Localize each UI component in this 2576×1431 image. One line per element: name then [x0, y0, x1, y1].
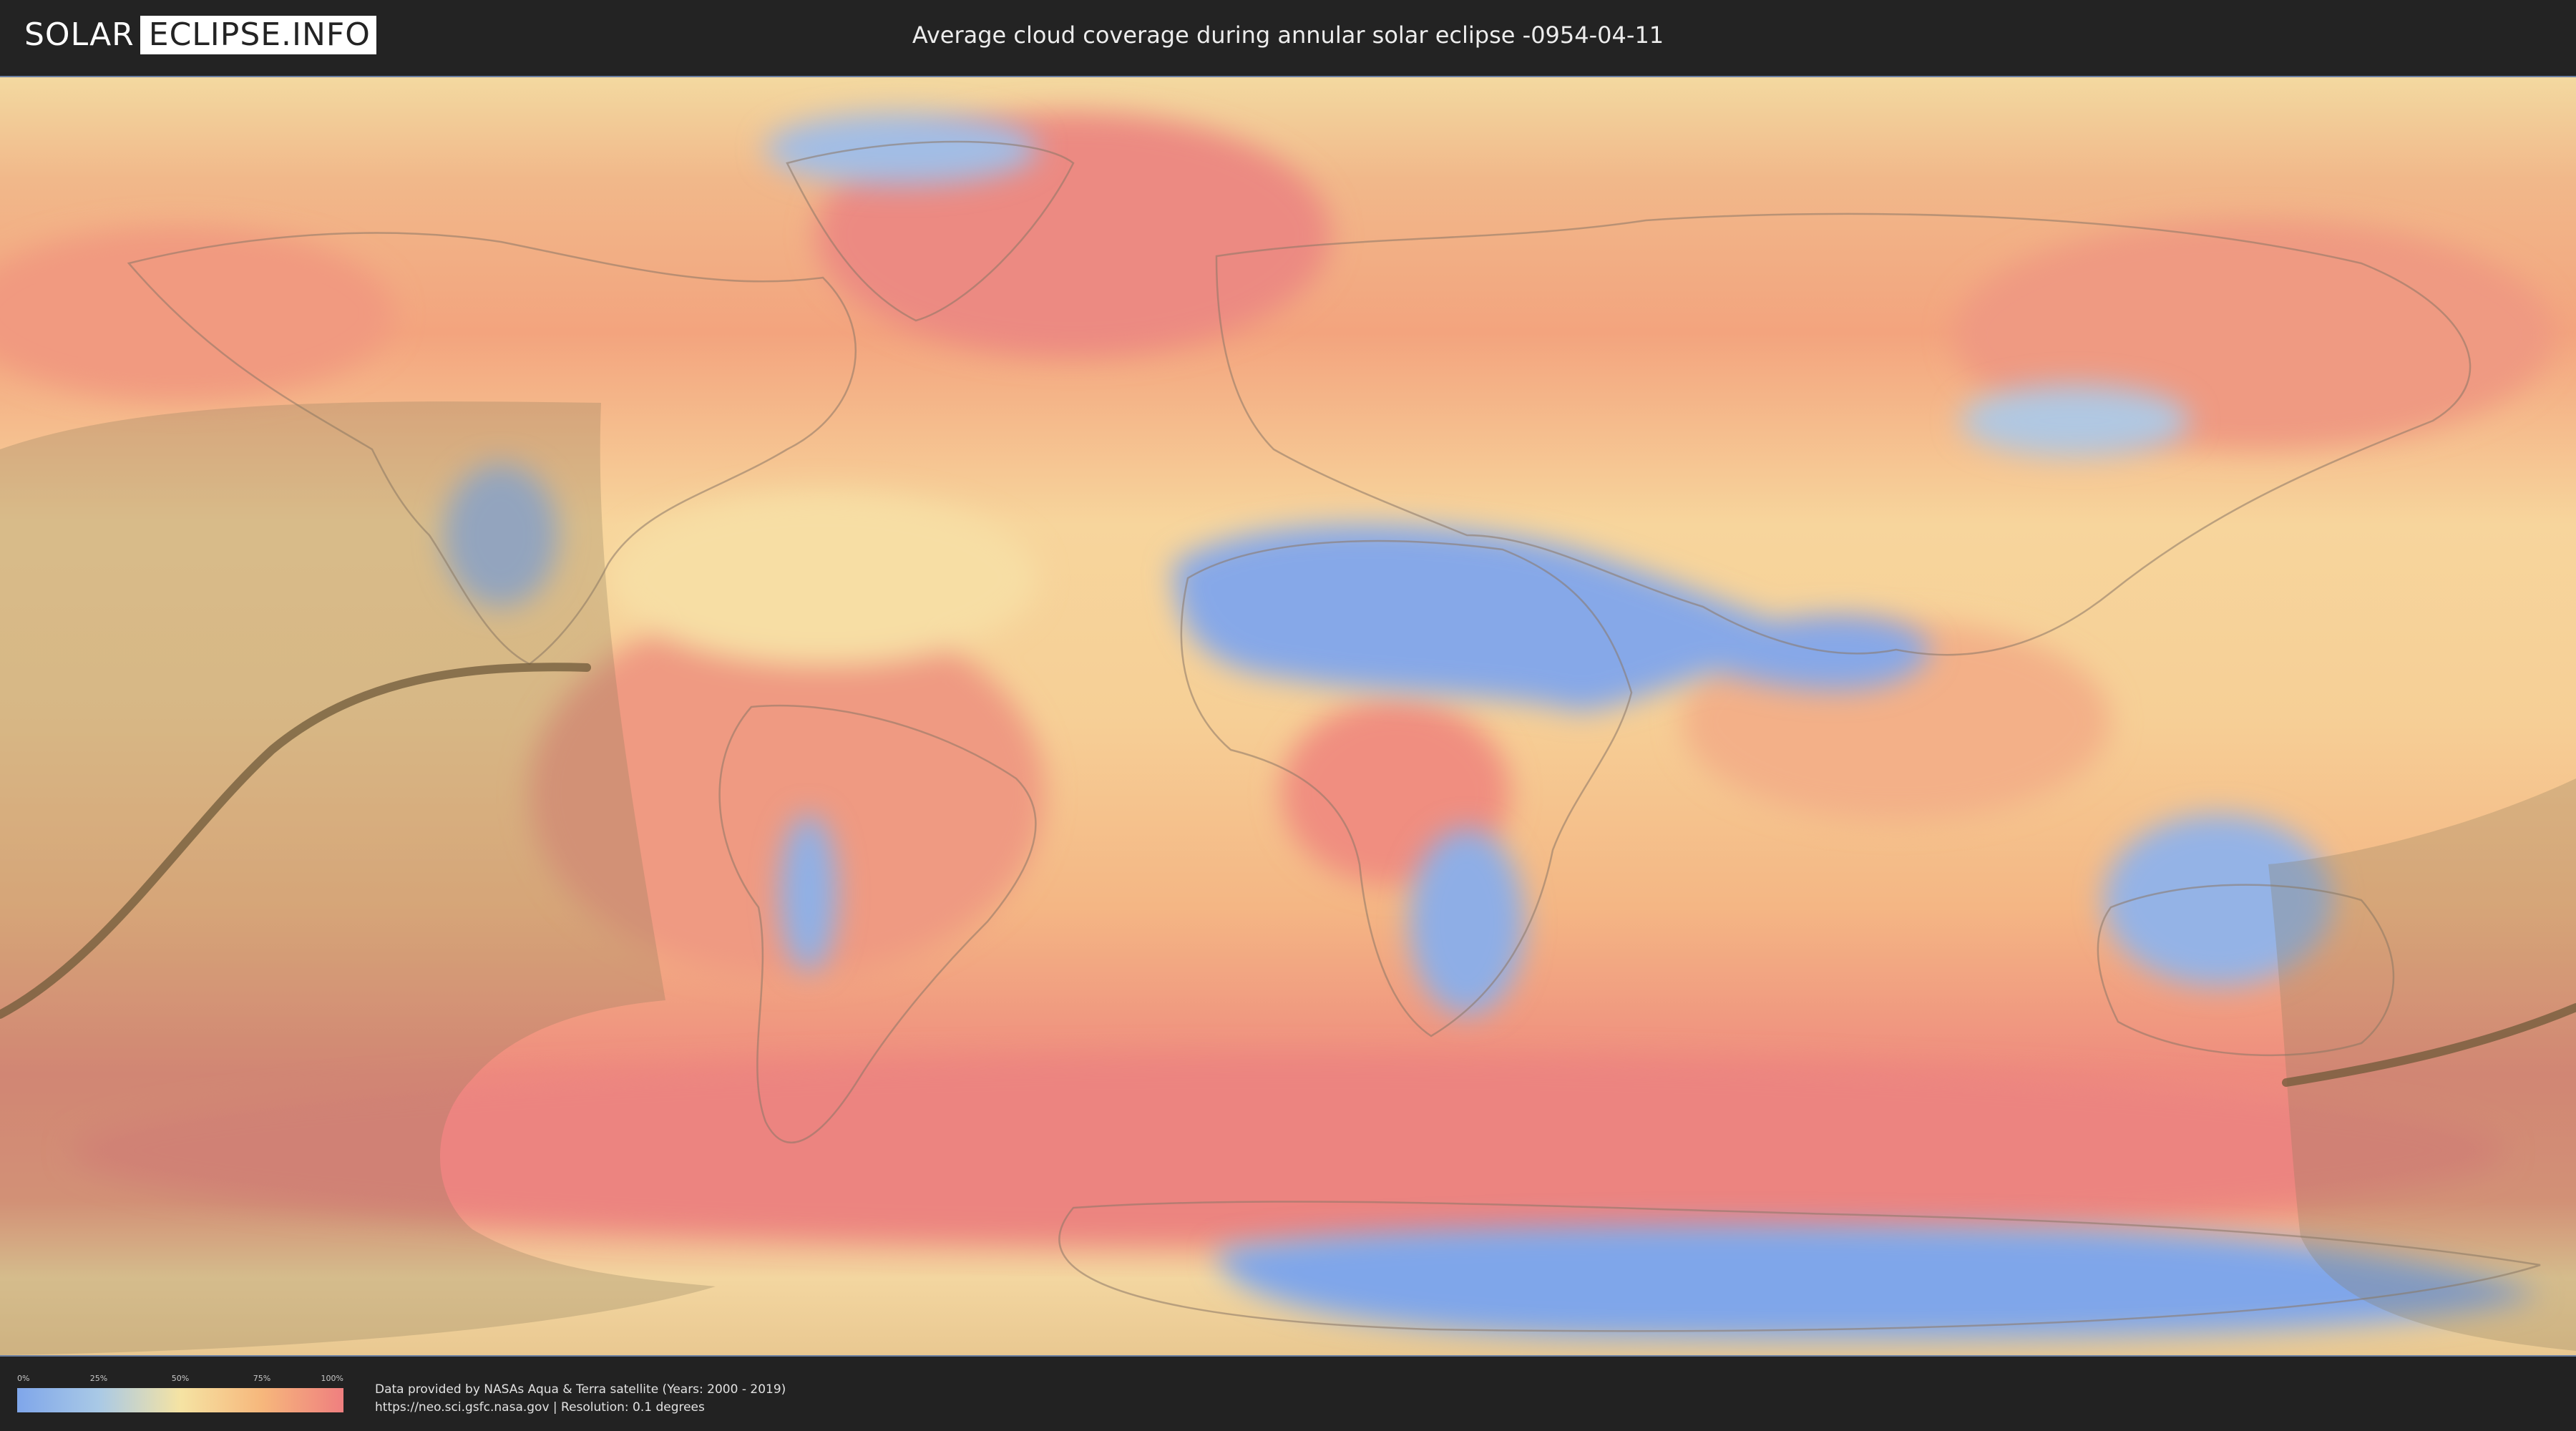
- cloud-coverage-legend: 0% 25% 50% 75% 100%: [17, 1374, 343, 1412]
- legend-tick-50: 50%: [171, 1374, 190, 1383]
- legend-ticks: 0% 25% 50% 75% 100%: [17, 1374, 343, 1384]
- footer-bar: 0% 25% 50% 75% 100% Data provided by NAS…: [0, 1358, 2576, 1431]
- page-title: Average cloud coverage during annular so…: [912, 21, 1664, 49]
- world-map-svg: [0, 77, 2576, 1355]
- legend-color-bar: [17, 1388, 343, 1412]
- cloud-coverage-map[interactable]: [0, 76, 2576, 1357]
- data-credits: Data provided by NASAs Aqua & Terra sate…: [375, 1381, 786, 1417]
- header-bar: SOLAR ECLIPSE.INFO Average cloud coverag…: [0, 0, 2576, 72]
- legend-tick-100: 100%: [321, 1374, 343, 1383]
- legend-tick-75: 75%: [253, 1374, 271, 1383]
- credit-line-source: Data provided by NASAs Aqua & Terra sate…: [375, 1382, 786, 1397]
- legend-tick-0: 0%: [17, 1374, 30, 1383]
- legend-tick-25: 25%: [89, 1374, 108, 1383]
- credit-line-resolution: https://neo.sci.gsfc.nasa.gov | Resoluti…: [375, 1400, 705, 1415]
